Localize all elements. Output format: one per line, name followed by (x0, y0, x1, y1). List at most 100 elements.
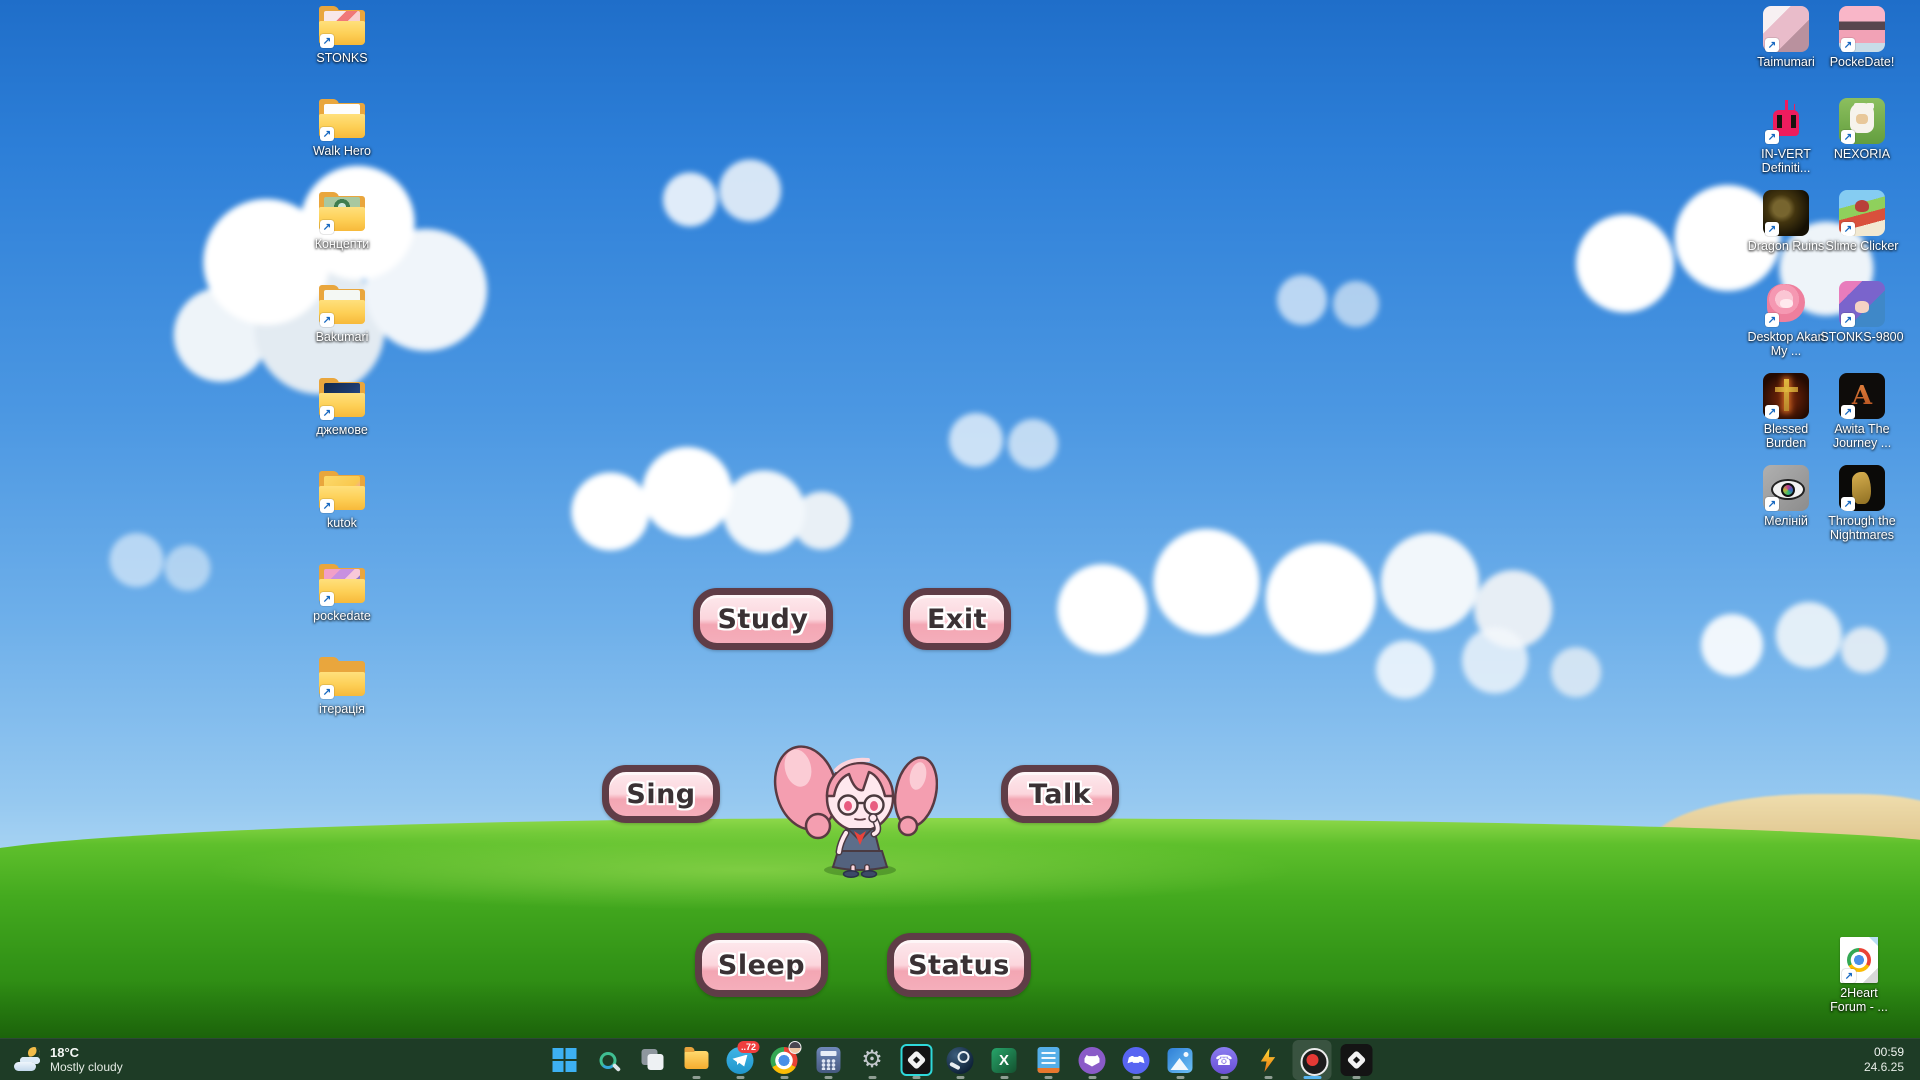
desktop-icon-bakumari[interactable]: ↗Bakumari (297, 285, 387, 344)
desktop-icon-nightmares[interactable]: ↗ Through the Nightmares (1819, 465, 1905, 542)
clock-date: 24.6.25 (1864, 1060, 1904, 1075)
notification-badge: ..72 (737, 1041, 759, 1053)
gamemaker-glyph (900, 1044, 932, 1076)
desktop-icon-ітерація[interactable]: ↗ітерація (297, 657, 387, 716)
sing-button[interactable]: Sing (602, 765, 720, 823)
icon-label: pockedate (313, 609, 371, 623)
taskbar-viber-icon[interactable] (1205, 1040, 1244, 1080)
discord-glyph (1123, 1047, 1150, 1074)
excel-glyph (992, 1048, 1017, 1073)
pet-character[interactable] (768, 700, 938, 878)
desktop-icon-2heart-forum[interactable]: ↗2Heart Forum - ... (1816, 937, 1902, 1014)
desktop-icon-stonks9800[interactable]: ↗STONKS-9800 (1819, 281, 1905, 344)
taskbar-gamemaker-2-icon[interactable] (1337, 1040, 1376, 1080)
running-indicator (1000, 1076, 1008, 1079)
study-button[interactable]: Study (693, 588, 833, 650)
taskbar-photos-icon[interactable] (1161, 1040, 1200, 1080)
winamp-glyph (1255, 1047, 1281, 1073)
running-indicator (956, 1076, 964, 1079)
taskbar-steam-icon[interactable] (941, 1040, 980, 1080)
grass-highlight (200, 830, 1300, 910)
taskbar-github-icon[interactable] (1073, 1040, 1112, 1080)
taskbar-excel-icon[interactable] (985, 1040, 1024, 1080)
taskbar-screen-recorder-icon[interactable] (1293, 1040, 1332, 1080)
desktop-icon-walk hero[interactable]: ↗Walk Hero (297, 99, 387, 158)
status-button[interactable]: Status (887, 933, 1031, 997)
cloud (1330, 620, 1630, 710)
taskbar: 18°C Mostly cloudy ..72 ⚙ 00:59 24.6.25 (0, 1038, 1920, 1080)
shortcut-arrow-icon: ↗ (320, 406, 334, 420)
exit-button[interactable]: Exit (903, 588, 1011, 650)
search-glyph (600, 1052, 617, 1069)
folder-icon: ↗ (318, 285, 366, 327)
desktop-icon-nexoria[interactable]: ↗ NEXORIA (1819, 98, 1905, 161)
icon-label: NEXORIA (1834, 147, 1890, 161)
app-tile-icon: ↗ (1839, 98, 1885, 144)
talk-button[interactable]: Talk (1001, 765, 1119, 823)
icon-label: Меліній (1764, 514, 1808, 528)
desktop-icon-taimumari[interactable]: ↗ Taimumari (1743, 6, 1829, 69)
desktop-icon-концепти[interactable]: ↗Концепти (297, 192, 387, 251)
taskbar-chrome-icon[interactable] (765, 1040, 804, 1080)
shortcut-arrow-icon: ↗ (1841, 313, 1855, 327)
taskbar-file-explorer-icon[interactable] (677, 1040, 716, 1080)
github-glyph (1079, 1047, 1106, 1074)
shortcut-arrow-icon: ↗ (1765, 130, 1779, 144)
taskbar-clock[interactable]: 00:59 24.6.25 (1852, 1039, 1916, 1080)
desktop-icon-джемове[interactable]: ↗джемове (297, 378, 387, 437)
desktop-icon-dragonruins[interactable]: ↗Dragon Ruins (1743, 190, 1829, 253)
taskbar-settings-icon[interactable]: ⚙ (853, 1040, 892, 1080)
taskbar-discord-icon[interactable] (1117, 1040, 1156, 1080)
desktop-icon-awita[interactable]: ↗Awita The Journey ... (1819, 373, 1905, 450)
desktop-icon-slimeclicker[interactable]: ↗Slime Clicker (1819, 190, 1905, 253)
desktop-icon-invert[interactable]: ↗IN-VERT Definiti... (1743, 98, 1829, 175)
running-indicator (1220, 1076, 1228, 1079)
taskbar-gamemaker-icon[interactable] (897, 1040, 936, 1080)
shortcut-arrow-icon: ↗ (1765, 405, 1779, 419)
taskbar-calculator-icon[interactable] (809, 1040, 848, 1080)
desktop-icon-meliniy[interactable]: ↗ Меліній (1743, 465, 1829, 528)
taskbar-icon-strip: ..72 ⚙ (545, 1039, 1376, 1080)
app-tile-icon: ↗ (1763, 6, 1809, 52)
button-label: Sing (626, 779, 695, 810)
taskbar-task-view-icon[interactable] (633, 1040, 672, 1080)
settings-glyph: ⚙ (861, 1048, 883, 1072)
running-indicator (692, 1076, 700, 1079)
notepad-glyph (1037, 1047, 1059, 1073)
desktop-icon-kutok[interactable]: ↗kutok (297, 471, 387, 530)
desktop-icon-blessed[interactable]: ↗Blessed Burden (1743, 373, 1829, 450)
running-indicator (912, 1076, 920, 1079)
file-explorer-glyph (684, 1051, 708, 1069)
shortcut-arrow-icon: ↗ (320, 127, 334, 141)
shortcut-arrow-icon: ↗ (320, 499, 334, 513)
icon-label: Taimumari (1757, 55, 1815, 69)
taskbar-winamp-icon[interactable] (1249, 1040, 1288, 1080)
icon-label: PockeDate! (1830, 55, 1895, 69)
desktop-icon-akari[interactable]: ↗Desktop Akari My ... (1743, 281, 1829, 358)
desktop-icon-pockedate[interactable]: ↗pockedate (297, 564, 387, 623)
taskbar-search-icon[interactable] (589, 1040, 628, 1080)
app-tile-icon: ↗ (1763, 465, 1809, 511)
app-tile-icon: ↗ (1839, 465, 1885, 511)
taskbar-telegram-icon[interactable]: ..72 (721, 1040, 760, 1080)
button-label: Sleep (718, 950, 805, 981)
button-label: Status (908, 950, 1010, 981)
app-tile-icon: ↗ (1763, 98, 1809, 144)
taskbar-start-icon[interactable] (545, 1040, 584, 1080)
taskbar-notepad-icon[interactable] (1029, 1040, 1068, 1080)
icon-label: Through the Nightmares (1819, 514, 1905, 542)
sleep-button[interactable]: Sleep (695, 933, 828, 997)
app-tile-icon: ↗ (1763, 190, 1809, 236)
shortcut-arrow-icon: ↗ (1841, 130, 1855, 144)
icon-label: STONKS (316, 51, 367, 65)
desktop-icon-stonks[interactable]: ↗STONKS (297, 6, 387, 65)
steam-glyph (947, 1047, 974, 1074)
app-tile-icon: ↗ (1839, 190, 1885, 236)
desktop-icon-pockedate-game[interactable]: ↗PockeDate! (1819, 6, 1905, 69)
folder-icon: ↗ (318, 378, 366, 420)
photos-glyph (1168, 1048, 1193, 1073)
shortcut-arrow-icon: ↗ (1841, 405, 1855, 419)
shortcut-arrow-icon: ↗ (320, 220, 334, 234)
taskbar-weather-widget[interactable]: 18°C Mostly cloudy (6, 1039, 131, 1080)
app-tile-icon: ↗ (1839, 373, 1885, 419)
